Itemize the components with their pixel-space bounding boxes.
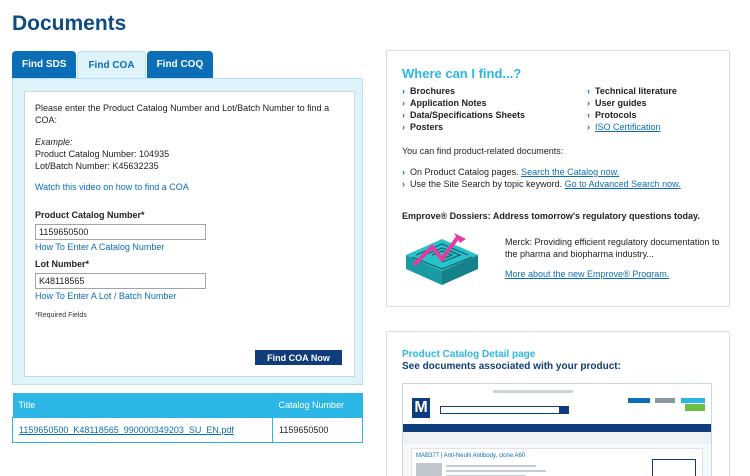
example-label: Example: — [35, 137, 73, 147]
list-item: Use the Site Search by topic keyword. Go… — [402, 178, 681, 190]
results-table: Title Catalog Number 1159650500_K4811856… — [12, 393, 363, 443]
maze-illustration — [406, 233, 478, 285]
column-title: Title — [12, 393, 273, 417]
list-item: Technical literature — [587, 85, 677, 97]
table-row: 1159650500_K48118565_990000349203_SU_EN.… — [12, 416, 363, 443]
catalog-card-title: Product Catalog Detail page — [402, 349, 536, 360]
lot-number-input[interactable] — [35, 273, 206, 289]
thumbnail-heading: MAB377 | Anti-NeuN Antibody, clone A60 — [416, 453, 526, 459]
logo: M — [412, 398, 430, 418]
result-file-link[interactable]: 1159650500_K48118565_990000349203_SU_EN.… — [19, 425, 234, 435]
catalog-number-label: Product Catalog Number* — [35, 210, 145, 220]
list-item: Posters — [402, 121, 525, 133]
list-item: User guides — [587, 97, 677, 109]
where-card-title: Where can I find...? — [402, 66, 522, 81]
catalog-page-thumbnail[interactable]: M MAB377 | Anti-NeuN Antibody, clone A60 — [402, 383, 712, 476]
search-options-list: On Product Catalog pages. Search the Cat… — [402, 166, 681, 190]
catalog-card-subtitle: See documents associated with your produ… — [402, 361, 621, 372]
search-icon — [560, 406, 569, 414]
video-link[interactable]: Watch this video on how to find a COA — [35, 182, 344, 192]
lot-number-label: Lot Number* — [35, 259, 89, 269]
list-item: ISO Certification — [587, 121, 677, 133]
find-coa-button[interactable]: Find COA Now — [255, 350, 342, 365]
advanced-search-link[interactable]: Go to Advanced Search now. — [565, 179, 681, 189]
doc-type-list-left: Brochures Application Notes Data/Specifi… — [402, 85, 525, 133]
catalog-help-link[interactable]: How To Enter A Catalog Number — [35, 242, 344, 252]
tab-find-coq[interactable]: Find COQ — [146, 51, 214, 78]
catalog-detail-card: Product Catalog Detail page See document… — [386, 331, 730, 476]
catalog-number-input[interactable] — [35, 224, 206, 240]
emprove-program-link[interactable]: More about the new Emprove® Program. — [505, 269, 669, 279]
example-block: Example: Product Catalog Number: 104935 … — [35, 136, 344, 172]
coa-form: Please enter the Product Catalog Number … — [24, 91, 355, 377]
thumbnail-search-bar — [440, 406, 560, 414]
list-item: Application Notes — [402, 97, 525, 109]
dossier-title: Emprove® Dossiers: Address tomorrow's re… — [402, 211, 700, 221]
dossier-text: Merck: Providing efficient regulatory do… — [505, 237, 720, 259]
iso-certification-link[interactable]: ISO Certification — [595, 122, 661, 132]
table-header-row: Title Catalog Number — [12, 393, 363, 417]
list-item: Brochures — [402, 85, 525, 97]
coa-intro: Please enter the Product Catalog Number … — [35, 103, 330, 125]
result-catalog-number: 1159650500 — [272, 416, 363, 443]
list-item: Data/Specifications Sheets — [402, 109, 525, 121]
example-catalog: Product Catalog Number: 104935 — [35, 149, 170, 159]
search-catalog-link[interactable]: Search the Catalog now. — [521, 167, 619, 177]
list-item: Protocols — [587, 109, 677, 121]
related-docs-text: You can find product-related documents: — [402, 146, 564, 156]
where-can-i-find-card: Where can I find...? Brochures Applicati… — [386, 50, 730, 307]
example-lot: Lot/Batch Number: K45632235 — [35, 161, 159, 171]
document-tabs: Find SDS Find COA Find COQ — [12, 51, 214, 78]
required-note: *Required Fields — [35, 312, 87, 319]
lot-help-link[interactable]: How To Enter A Lot / Batch Number — [35, 291, 344, 301]
coa-panel: Please enter the Product Catalog Number … — [12, 78, 363, 385]
list-item: On Product Catalog pages. Search the Cat… — [402, 166, 681, 178]
page-title: Documents — [12, 12, 127, 35]
column-catalog-number: Catalog Number — [272, 393, 363, 417]
doc-type-list-right: Technical literature User guides Protoco… — [587, 85, 677, 133]
tab-find-coa[interactable]: Find COA — [77, 51, 146, 78]
tab-find-sds[interactable]: Find SDS — [12, 51, 77, 78]
